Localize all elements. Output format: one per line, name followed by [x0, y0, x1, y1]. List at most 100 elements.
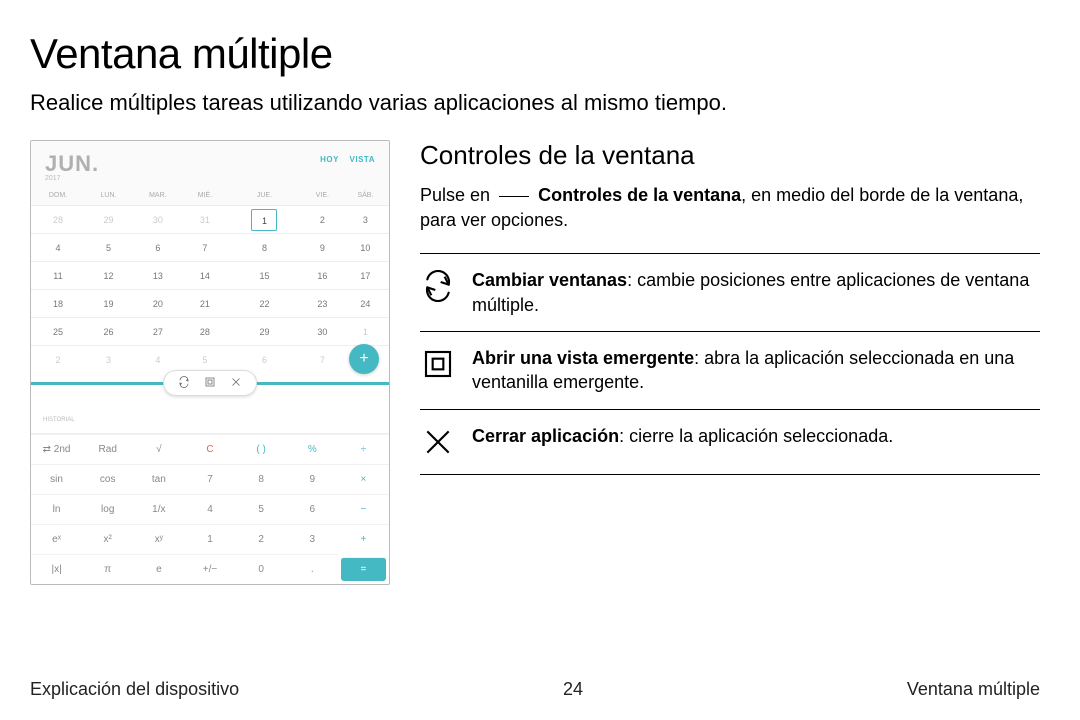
calendar-cell[interactable]: 15: [226, 262, 303, 290]
device-screenshot: JUN. 2017 HOY VISTA DOM.LUN.MAR.MIÉ.JUE.…: [30, 140, 390, 585]
calendar-cell[interactable]: 21: [184, 290, 226, 318]
popup-view-icon[interactable]: [204, 376, 216, 390]
calendar-cell[interactable]: 13: [132, 262, 184, 290]
popup-view-icon: [420, 346, 456, 382]
calendar-cell[interactable]: 14: [184, 262, 226, 290]
window-controls-pill[interactable]: [163, 370, 257, 396]
section-heading: Controles de la ventana: [420, 140, 1040, 171]
calendar-grid: DOM.LUN.MAR.MIÉ.JUE.VIE.SÁB. 28293031123…: [31, 186, 389, 374]
calendar-cell[interactable]: 1: [342, 318, 389, 346]
calendar-cell[interactable]: 20: [132, 290, 184, 318]
calc-key[interactable]: tan: [133, 464, 184, 494]
calendar-cell[interactable]: 3: [85, 346, 132, 374]
calendar-cell[interactable]: 29: [85, 206, 132, 234]
calendar-dow: LUN.: [85, 186, 132, 206]
calendar-cell[interactable]: 18: [31, 290, 85, 318]
calc-key[interactable]: log: [82, 494, 133, 524]
calc-key[interactable]: %: [287, 434, 338, 464]
calc-key[interactable]: 1/x: [133, 494, 184, 524]
calendar-dow: SÁB.: [342, 186, 389, 206]
calc-key[interactable]: .: [287, 554, 338, 584]
calendar-cell[interactable]: 11: [31, 262, 85, 290]
calendar-cell[interactable]: 19: [85, 290, 132, 318]
calendar-cell[interactable]: 17: [342, 262, 389, 290]
calendar-cell[interactable]: 2: [303, 206, 342, 234]
calc-key[interactable]: 3: [287, 524, 338, 554]
calc-key[interactable]: 0: [236, 554, 287, 584]
calendar-cell[interactable]: 22: [226, 290, 303, 318]
calendar-cell[interactable]: 4: [31, 234, 85, 262]
calc-key[interactable]: xʸ: [133, 524, 184, 554]
calendar-cell[interactable]: 30: [303, 318, 342, 346]
page-footer: Explicación del dispositivo 24 Ventana m…: [30, 679, 1040, 700]
calc-key[interactable]: x²: [82, 524, 133, 554]
calendar-cell[interactable]: 30: [132, 206, 184, 234]
calendar-dow: MAR.: [132, 186, 184, 206]
calc-key[interactable]: +: [338, 524, 389, 554]
calc-key[interactable]: 7: [184, 464, 235, 494]
calendar-cell[interactable]: 23: [303, 290, 342, 318]
calendar-cell[interactable]: 28: [31, 206, 85, 234]
calc-key[interactable]: eˣ: [31, 524, 82, 554]
calendar-cell[interactable]: 29: [226, 318, 303, 346]
calendar-cell[interactable]: 8: [226, 234, 303, 262]
calendar-today-link[interactable]: HOY: [320, 155, 339, 164]
calc-key[interactable]: 1: [184, 524, 235, 554]
calendar-dow: JUE.: [226, 186, 303, 206]
page-subtitle: Realice múltiples tareas utilizando vari…: [30, 90, 1040, 116]
calendar-cell[interactable]: 16: [303, 262, 342, 290]
calc-key[interactable]: π: [82, 554, 133, 584]
calc-key[interactable]: 2: [236, 524, 287, 554]
calc-key[interactable]: ×: [338, 464, 389, 494]
calc-key[interactable]: ( ): [236, 434, 287, 464]
calc-key[interactable]: cos: [82, 464, 133, 494]
calendar-cell[interactable]: 31: [184, 206, 226, 234]
swap-windows-icon[interactable]: [178, 376, 190, 390]
calendar-cell[interactable]: 12: [85, 262, 132, 290]
calc-key[interactable]: −: [338, 494, 389, 524]
control-item-popup: Abrir una vista emergente: abra la aplic…: [420, 332, 1040, 410]
calc-key[interactable]: sin: [31, 464, 82, 494]
calc-key[interactable]: =: [341, 557, 386, 581]
calendar-month: JUN.: [45, 151, 99, 177]
calendar-cell[interactable]: 7: [184, 234, 226, 262]
calc-key[interactable]: 9: [287, 464, 338, 494]
calendar-cell[interactable]: 27: [132, 318, 184, 346]
calc-key[interactable]: 8: [236, 464, 287, 494]
calculator-pane: HISTORIAL ⇄ 2ndRad√C( )%÷ sincostan789× ln…: [31, 385, 389, 584]
calendar-cell[interactable]: 7: [303, 346, 342, 374]
calc-key[interactable]: |x|: [31, 554, 82, 584]
calc-key[interactable]: 6: [287, 494, 338, 524]
multiwindow-divider[interactable]: [31, 382, 389, 385]
swap-windows-icon: [420, 268, 456, 304]
calendar-cell[interactable]: 6: [132, 234, 184, 262]
calc-key[interactable]: √: [133, 434, 184, 464]
calc-key[interactable]: ÷: [338, 434, 389, 464]
calendar-view-link[interactable]: VISTA: [350, 155, 375, 164]
calendar-add-button[interactable]: +: [349, 344, 379, 374]
footer-page-number: 24: [563, 679, 583, 700]
calc-key[interactable]: +/−: [184, 554, 235, 584]
calendar-cell[interactable]: 5: [85, 234, 132, 262]
calendar-cell[interactable]: 2: [31, 346, 85, 374]
calendar-cell[interactable]: 26: [85, 318, 132, 346]
calendar-dow: VIE.: [303, 186, 342, 206]
footer-left: Explicación del dispositivo: [30, 679, 239, 700]
calc-key[interactable]: C: [184, 434, 235, 464]
calc-key[interactable]: 4: [184, 494, 235, 524]
calendar-cell[interactable]: 25: [31, 318, 85, 346]
calendar-cell[interactable]: 28: [184, 318, 226, 346]
calculator-history-label: HISTORIAL: [31, 413, 389, 434]
calc-key[interactable]: Rad: [82, 434, 133, 464]
close-app-icon[interactable]: [230, 376, 242, 390]
calendar-cell[interactable]: 9: [303, 234, 342, 262]
calendar-cell[interactable]: 3: [342, 206, 389, 234]
calendar-dow: DOM.: [31, 186, 85, 206]
calendar-cell[interactable]: 10: [342, 234, 389, 262]
calc-key[interactable]: 5: [236, 494, 287, 524]
calendar-cell[interactable]: 1: [226, 206, 303, 234]
calc-key[interactable]: ln: [31, 494, 82, 524]
calc-key[interactable]: e: [133, 554, 184, 584]
calc-key[interactable]: ⇄ 2nd: [31, 434, 82, 464]
calendar-cell[interactable]: 24: [342, 290, 389, 318]
